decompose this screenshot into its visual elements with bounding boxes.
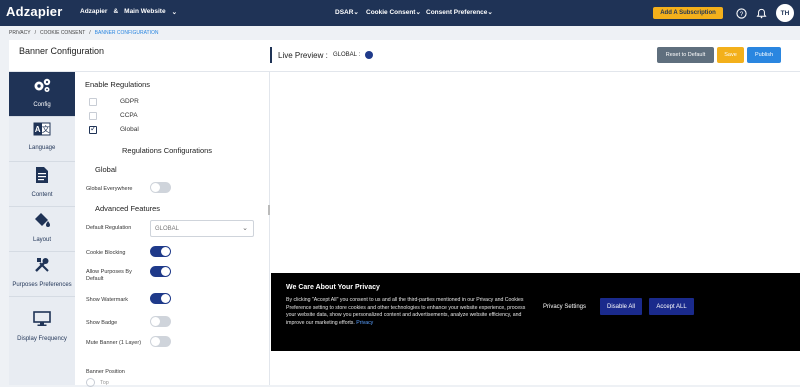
ccpa-label: CCPA [120, 112, 138, 119]
app-logo[interactable]: Adzapier [6, 4, 63, 19]
sidenav-label: Display Frequency [17, 336, 67, 342]
sidenav-item-config[interactable]: Config [9, 72, 75, 117]
banner-text: By clicking "Accept All" you consent to … [286, 297, 526, 327]
chevron-down-icon: ⌄ [242, 225, 248, 232]
reset-to-default-button[interactable]: Reset to Default [657, 47, 714, 63]
chevron-down-icon: ⌄ [487, 9, 493, 16]
monitor-icon [33, 311, 51, 331]
tools-icon [34, 257, 50, 277]
banner-position-label: Banner Position [86, 369, 125, 375]
main-panel: Banner Configuration Live Preview : GLOB… [9, 40, 800, 387]
sidenav-item-content[interactable]: Content [9, 162, 75, 207]
workspace-selector[interactable]: Adzapier & Main Website ⌄ [80, 8, 177, 16]
allow-purposes-toggle[interactable] [150, 266, 171, 277]
gdpr-label: GDPR [120, 98, 139, 105]
position-top-radio[interactable] [86, 378, 95, 387]
preview-status-dot [365, 51, 373, 59]
document-icon [36, 167, 48, 187]
page-title: Banner Configuration [19, 46, 105, 56]
sidenav-item-language[interactable]: A文 Language [9, 117, 75, 162]
position-top-label: Top [100, 380, 109, 386]
sidenav-label: Purposes Preferences [12, 282, 72, 288]
breadcrumb-separator: / [89, 30, 91, 36]
paint-bucket-icon [33, 212, 51, 232]
regulations-configurations-title: Regulations Configurations [122, 146, 213, 155]
nav-consent-preference[interactable]: Consent Preference⌄ [426, 8, 493, 16]
svg-text:A: A [35, 125, 41, 134]
default-regulation-select[interactable]: GLOBAL ⌄ [150, 220, 254, 237]
live-preview-label: Live Preview : [278, 51, 328, 60]
breadcrumb-separator: / [34, 30, 36, 36]
divider [270, 47, 272, 63]
user-avatar[interactable]: TH [776, 4, 794, 22]
bell-icon[interactable] [755, 7, 767, 19]
chevron-down-icon: ⌄ [353, 9, 359, 16]
mute-banner-label: Mute Banner (1 Layer) [86, 340, 142, 346]
show-badge-toggle[interactable] [150, 316, 171, 327]
chevron-down-icon: ⌄ [415, 9, 421, 16]
default-regulation-value: GLOBAL [155, 226, 180, 232]
global-everywhere-toggle[interactable] [150, 182, 171, 193]
sidenav-item-layout[interactable]: Layout [9, 207, 75, 252]
disable-all-button[interactable]: Disable All [600, 298, 642, 315]
show-badge-label: Show Badge [86, 320, 118, 326]
save-button[interactable]: Save [717, 47, 744, 63]
breadcrumb-privacy[interactable]: PRIVACY [9, 30, 31, 36]
global-everywhere-label: Global Everywhere [86, 186, 133, 192]
breadcrumb-banner-configuration: BANNER CONFIGURATION [94, 30, 159, 36]
mute-banner-toggle[interactable] [150, 336, 171, 347]
privacy-settings-link[interactable]: Privacy Settings [543, 304, 586, 310]
nav-dsar[interactable]: DSAR⌄ [335, 8, 359, 16]
accept-all-button[interactable]: Accept ALL [649, 298, 694, 315]
banner-title: We Care About Your Privacy [286, 284, 380, 291]
config-sidenav: Config A文 Language Content Layout Purpos… [9, 72, 75, 385]
nav-cookie-consent[interactable]: Cookie Consent⌄ [366, 8, 421, 16]
translate-icon: A文 [33, 122, 51, 140]
global-label: Global [120, 126, 139, 133]
show-watermark-toggle[interactable] [150, 293, 171, 304]
advanced-features-title: Advanced Features [95, 204, 161, 213]
gdpr-checkbox[interactable] [89, 98, 97, 106]
svg-text:?: ? [739, 10, 743, 17]
sidenav-item-purposes-preferences[interactable]: Purposes Preferences [9, 252, 75, 297]
help-icon[interactable]: ? [735, 7, 747, 19]
ccpa-checkbox[interactable] [89, 112, 97, 120]
cookie-blocking-label: Cookie Blocking [86, 250, 126, 256]
resize-handle[interactable] [268, 205, 270, 215]
privacy-link[interactable]: Privacy [356, 320, 373, 326]
sidenav-label: Layout [32, 237, 51, 243]
cookie-blocking-toggle[interactable] [150, 246, 171, 257]
sidenav-label: Content [31, 192, 53, 198]
gears-icon [32, 77, 52, 97]
sidenav-item-display-frequency[interactable]: Display Frequency [9, 297, 75, 385]
breadcrumb: PRIVACY / COOKIE CONSENT / BANNER CONFIG… [9, 30, 158, 36]
global-section-title: Global [95, 165, 117, 174]
publish-button[interactable]: Publish [747, 47, 781, 63]
sidenav-label: Language [28, 145, 56, 151]
svg-text:文: 文 [42, 124, 50, 134]
workspace-separator: & [113, 8, 119, 15]
workspace-org: Adzapier [80, 8, 108, 15]
global-checkbox[interactable] [89, 124, 97, 134]
default-regulation-label: Default Regulation [86, 225, 132, 231]
workspace-site: Main Website [124, 8, 166, 15]
cookie-banner-preview: We Care About Your Privacy By clicking "… [271, 273, 800, 351]
show-watermark-label: Show Watermark [86, 297, 128, 303]
chevron-down-icon: ⌄ [171, 9, 178, 16]
sidenav-label: Config [33, 102, 51, 108]
top-navbar: Adzapier Adzapier & Main Website ⌄ DSAR⌄… [0, 0, 800, 26]
enable-regulations-title: Enable Regulations [85, 80, 151, 89]
allow-purposes-label: Allow Purposes By Default [86, 269, 132, 282]
breadcrumb-cookie-consent[interactable]: COOKIE CONSENT [40, 30, 85, 36]
banner-body: By clicking "Accept All" you consent to … [286, 297, 526, 326]
add-subscription-button[interactable]: Add A Subscription [653, 7, 723, 19]
preview-regulation: GLOBAL : [333, 52, 361, 58]
